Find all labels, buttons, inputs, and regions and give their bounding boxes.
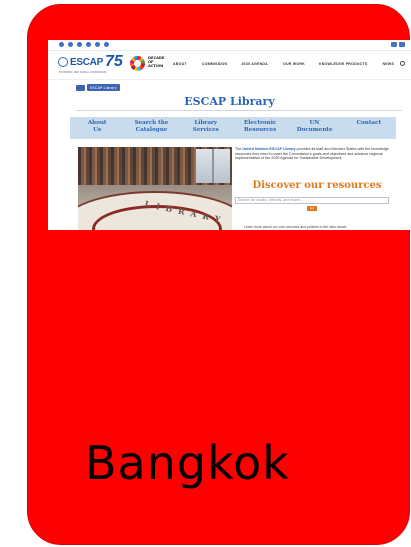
logo-tagline: ECONOMIC AND SOCIAL COMMISSION — [59, 71, 107, 74]
tab-label: Documents — [296, 127, 333, 133]
nav-link-about[interactable]: ABOUT — [173, 62, 187, 66]
divider — [76, 110, 402, 111]
language-icon[interactable] — [399, 42, 405, 47]
tab-label: Search the — [134, 120, 169, 126]
flickr-icon[interactable] — [95, 42, 100, 47]
nav-link-knowledge-products[interactable]: KNOWLEDGE PRODUCTS — [319, 62, 368, 66]
tab-electronic-resources[interactable]: Electronic Resources — [233, 117, 287, 139]
logo-text: ESCAP — [70, 56, 103, 68]
nav-link-news[interactable]: NEWS — [382, 62, 394, 66]
search-input[interactable]: Search for books, articles, and more... — [235, 197, 389, 204]
breadcrumb-item[interactable]: ESCAP Library — [87, 84, 120, 91]
search-icon[interactable] — [400, 61, 405, 66]
discover-heading: Discover our resources — [252, 180, 382, 191]
escap-logo[interactable]: ESCAP 75 — [58, 53, 123, 70]
city-caption: Bangkok — [85, 436, 290, 490]
library-photo: LIBRARY — [78, 147, 232, 230]
sdg-wheel-icon[interactable] — [130, 56, 145, 71]
tab-label: Library — [194, 120, 218, 126]
tab-label: UN — [309, 120, 320, 126]
breadcrumb: ESCAP Library — [76, 84, 120, 91]
sdg-text: DECADE OF ACTION — [148, 56, 165, 69]
instagram-icon[interactable] — [86, 42, 91, 47]
tab-label: Us — [93, 127, 102, 133]
tab-search-catalogue[interactable]: Search the Catalogue — [124, 117, 178, 139]
un-emblem-icon — [58, 57, 68, 67]
search-button[interactable]: Go — [307, 206, 317, 211]
tab-label: Resources — [244, 127, 277, 133]
tab-un-documents[interactable]: UN Documents — [287, 117, 341, 139]
tab-label: Catalogue — [135, 127, 168, 133]
window — [196, 149, 230, 183]
language-icon[interactable] — [391, 42, 397, 47]
nav-link-our-work[interactable]: OUR WORK — [283, 62, 305, 66]
learn-more-text: Learn more about our core services and p… — [244, 225, 348, 229]
library-tabs: About Us Search the Catalogue Library Servi… — [70, 117, 396, 139]
tab-about-us[interactable]: About Us — [70, 117, 124, 139]
tab-label: Contact — [356, 120, 382, 126]
twitter-icon[interactable] — [59, 42, 64, 47]
main-nav: ESCAP 75 ECONOMIC AND SOCIAL COMMISSION … — [48, 51, 411, 80]
tab-contact[interactable]: Contact — [342, 117, 396, 139]
tab-label: About — [87, 120, 107, 126]
tab-label: Services — [192, 127, 219, 133]
linkedin-icon[interactable] — [104, 42, 109, 47]
tab-label: Electronic — [244, 120, 277, 126]
intro-text: The United Nations ESCAP Library provide… — [235, 147, 405, 161]
tab-library-services[interactable]: Library Services — [179, 117, 233, 139]
facebook-icon[interactable] — [68, 42, 73, 47]
logo-number: 75 — [104, 53, 123, 70]
intro-highlight[interactable]: United Nations ESCAP Library — [242, 147, 295, 151]
home-icon[interactable] — [76, 84, 85, 91]
youtube-icon[interactable] — [77, 42, 82, 47]
nav-link-commission[interactable]: COMMISSION — [202, 62, 228, 66]
nav-links: ABOUT COMMISSION 2030 AGENDA OUR WORK KN… — [173, 62, 394, 66]
website-screenshot: ESCAP 75 ECONOMIC AND SOCIAL COMMISSION … — [48, 40, 411, 230]
page-title: ESCAP Library — [184, 95, 275, 108]
language-switcher[interactable] — [391, 42, 405, 47]
social-icons — [59, 42, 109, 47]
top-bar — [48, 40, 411, 51]
nav-link-2030-agenda[interactable]: 2030 AGENDA — [241, 62, 268, 66]
